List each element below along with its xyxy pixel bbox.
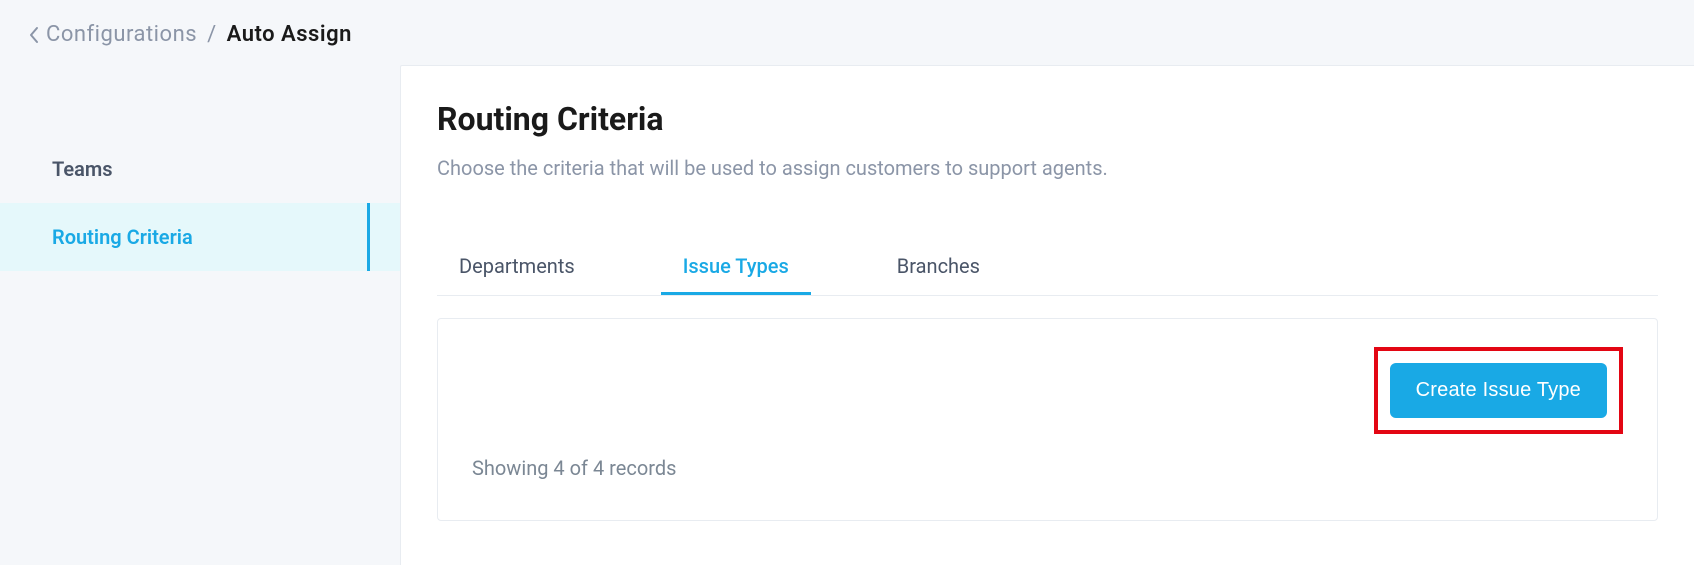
sidebar-item-label: Routing Criteria: [52, 225, 193, 249]
tab-departments[interactable]: Departments: [437, 240, 597, 295]
main-panel: Routing Criteria Choose the criteria tha…: [400, 65, 1694, 565]
breadcrumb: Configurations / Auto Assign: [0, 0, 1694, 65]
breadcrumb-parent[interactable]: Configurations: [46, 22, 197, 47]
page-title: Routing Criteria: [437, 100, 1658, 138]
highlight-annotation: Create Issue Type: [1374, 347, 1623, 434]
sidebar: Teams Routing Criteria: [0, 65, 400, 565]
page-subtitle: Choose the criteria that will be used to…: [437, 156, 1658, 180]
tab-branches[interactable]: Branches: [875, 240, 1002, 295]
content-card: Create Issue Type Showing 4 of 4 records: [437, 318, 1658, 521]
sidebar-item-label: Teams: [52, 157, 113, 181]
sidebar-item-routing-criteria[interactable]: Routing Criteria: [0, 203, 400, 271]
chevron-left-icon[interactable]: [28, 26, 40, 44]
sidebar-item-teams[interactable]: Teams: [0, 135, 400, 203]
breadcrumb-separator: /: [207, 22, 217, 47]
tabs: Departments Issue Types Branches: [437, 240, 1658, 296]
records-count: Showing 4 of 4 records: [472, 456, 1623, 480]
breadcrumb-current: Auto Assign: [227, 22, 352, 47]
create-issue-type-button[interactable]: Create Issue Type: [1390, 363, 1607, 418]
tab-issue-types[interactable]: Issue Types: [661, 240, 811, 295]
